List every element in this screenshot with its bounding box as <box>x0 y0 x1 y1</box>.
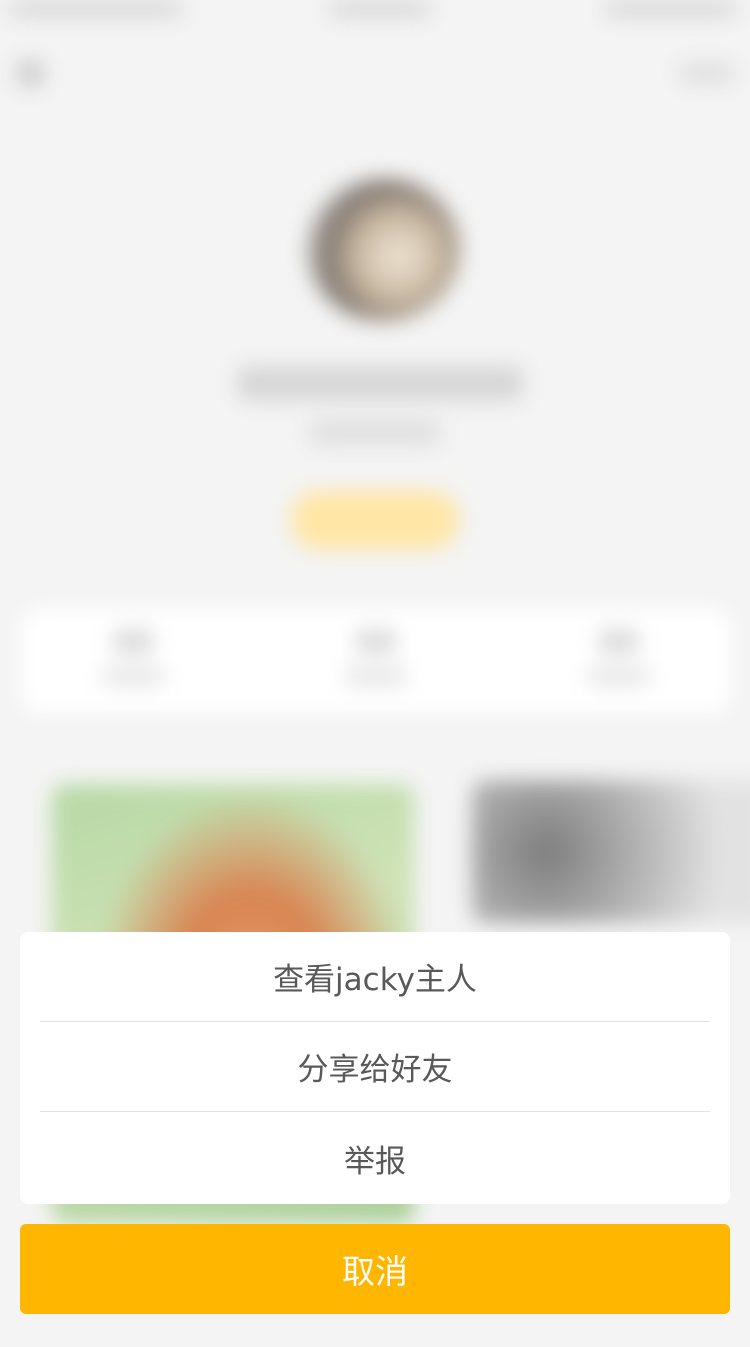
profile-name-placeholder <box>237 366 523 401</box>
report-option[interactable]: 举报 <box>20 1112 730 1204</box>
status-bar <box>0 0 750 27</box>
stats-card <box>21 608 731 713</box>
action-sheet: 查看jacky主人 分享给好友 举报 <box>20 932 730 1204</box>
cancel-button[interactable]: 取消 <box>20 1224 730 1314</box>
more-icon <box>677 62 736 85</box>
share-to-friend-option[interactable]: 分享给好友 <box>20 1022 730 1111</box>
back-arrow-icon <box>14 58 46 89</box>
view-owner-option[interactable]: 查看jacky主人 <box>20 932 730 1021</box>
profile-subtitle-placeholder <box>308 419 442 446</box>
follow-button-placeholder <box>290 490 460 550</box>
top-nav <box>0 52 750 99</box>
avatar <box>306 178 460 322</box>
photo-thumbnail <box>471 780 750 924</box>
